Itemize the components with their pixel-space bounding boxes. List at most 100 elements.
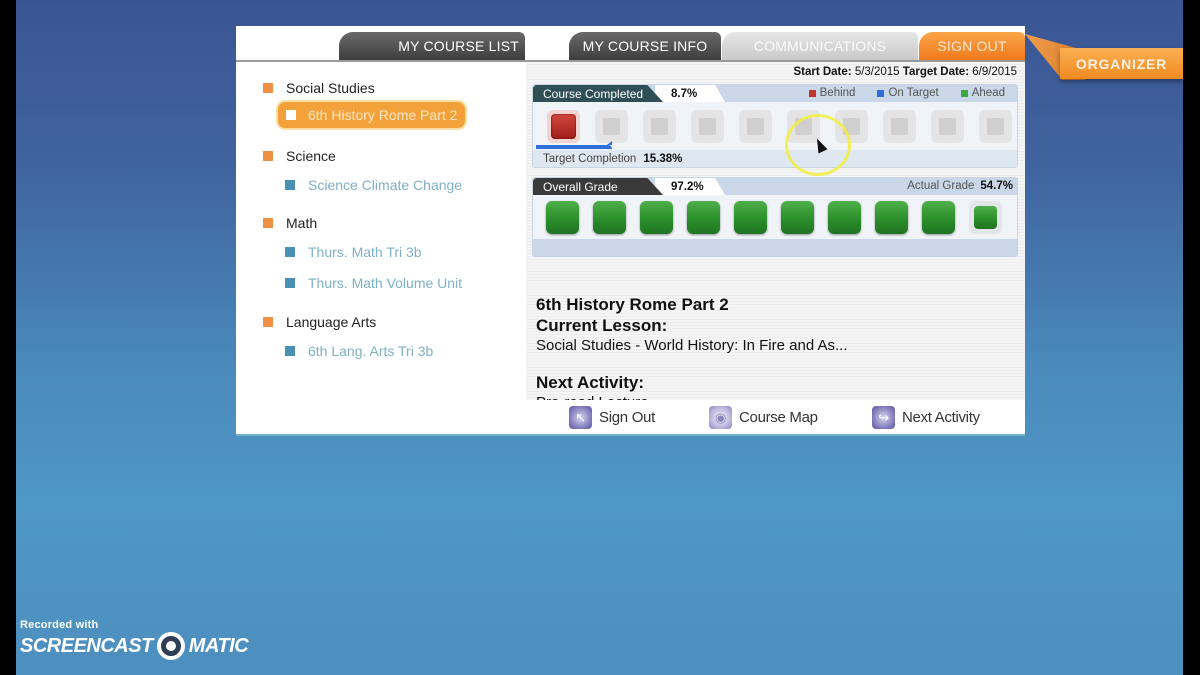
screencast-target-icon <box>156 632 185 660</box>
legend-behind: Behind <box>808 87 855 99</box>
window-bottom-border <box>236 434 1025 436</box>
grade-segment-4 <box>687 201 720 234</box>
watermark-right: MATIC <box>188 634 249 657</box>
actual-grade-value: 54.7% <box>980 180 1013 192</box>
grade-segments <box>546 201 1002 234</box>
behind-swatch-icon <box>808 89 816 97</box>
target-date-value: 6/9/2015 <box>972 66 1017 78</box>
grade-segment-2 <box>593 201 626 234</box>
category-label: Math <box>286 215 318 231</box>
next-activity-label: Next Activity: <box>536 373 645 392</box>
course-label: Thurs. Math Tri 3b <box>308 244 422 260</box>
start-date-value: 5/3/2015 <box>854 66 900 78</box>
tab-strip: MY COURSE LIST MY COURSE INFO COMMUNICAT… <box>236 26 1025 62</box>
category-bullet-icon <box>263 83 273 93</box>
sign-out-arrow-icon: ↖ <box>569 406 592 429</box>
category-bullet-icon <box>263 218 273 228</box>
target-completion-value: 15.38% <box>643 152 683 165</box>
category-bullet-icon <box>263 317 273 327</box>
course-bullet-icon <box>286 110 296 120</box>
tab-my-course-info[interactable]: MY COURSE INFO <box>569 32 721 60</box>
course-map-icon: ◉ <box>709 406 732 429</box>
overall-grade-panel: 97.2% Overall Grade Actual Grade 54.7% <box>532 177 1018 257</box>
category-math: Math <box>263 215 317 231</box>
course-item-thurs-math-volume-unit[interactable]: Thurs. Math Volume Unit <box>285 275 462 291</box>
course-completed-panel: 8.7% Course Completed Behind On Target A… <box>532 84 1018 168</box>
course-map-button[interactable]: ◉ Course Map <box>709 406 818 429</box>
grade-segment-1 <box>546 201 579 234</box>
actual-grade-label: Actual Grade <box>907 180 975 192</box>
completion-segment-9-empty <box>931 110 964 143</box>
completion-segment-2-empty <box>595 110 628 143</box>
course-info-panel: Start Date: 5/3/2015 Target Date: 6/9/20… <box>526 62 1025 411</box>
category-social-studies: Social Studies <box>263 80 375 96</box>
course-bullet-icon <box>285 180 295 190</box>
course-item-6th-history-rome-part-2[interactable]: 6th History Rome Part 2 <box>278 102 466 128</box>
category-label: Social Studies <box>286 80 375 96</box>
course-completed-label: Course Completed <box>533 85 663 102</box>
tab-my-course-list[interactable]: MY COURSE LIST <box>339 32 525 60</box>
course-label: Thurs. Math Volume Unit <box>308 275 463 291</box>
actual-grade: Actual Grade 54.7% <box>907 180 1013 192</box>
course-app-window: MY COURSE LIST MY COURSE INFO COMMUNICAT… <box>236 26 1025 436</box>
sign-out-button[interactable]: ↖ Sign Out <box>569 406 655 429</box>
grade-segment-7 <box>828 201 861 234</box>
action-bar: ↖ Sign Out ◉ Course Map ↪ Next Activity <box>526 400 1025 436</box>
tab-sign-out[interactable]: SIGN OUT <box>919 32 1025 60</box>
completion-segment-3-empty <box>643 110 676 143</box>
course-item-science-climate-change[interactable]: Science Climate Change <box>285 177 462 193</box>
course-label: Science Climate Change <box>308 177 463 193</box>
grade-segment-6 <box>781 201 814 234</box>
category-label: Science <box>286 148 336 164</box>
sign-out-label: Sign Out <box>599 409 655 426</box>
completion-segment-4-empty <box>691 110 724 143</box>
target-completion-label: Target Completion <box>543 152 637 165</box>
current-lesson-value: Social Studies - World History: In Fire … <box>536 337 848 354</box>
course-map-label: Course Map <box>739 409 818 426</box>
course-dates: Start Date: 5/3/2015 Target Date: 6/9/20… <box>793 66 1017 78</box>
legend-on-target: On Target <box>877 87 939 99</box>
category-label: Language Arts <box>286 314 377 330</box>
ahead-swatch-icon <box>960 89 968 97</box>
current-lesson-label: Current Lesson: <box>536 316 668 335</box>
next-activity-button[interactable]: ↪ Next Activity <box>872 406 980 429</box>
course-list: Social Studies 6th History Rome Part 2 S… <box>236 62 526 436</box>
grade-segment-8 <box>875 201 908 234</box>
course-title: 6th History Rome Part 2 <box>536 295 729 314</box>
tab-communications[interactable]: COMMUNICATIONS <box>722 32 918 60</box>
watermark-left: SCREENCAST <box>20 634 153 657</box>
watermark-caption: Recorded with <box>20 619 99 631</box>
completion-segment-5-empty <box>739 110 772 143</box>
next-activity-arrow-icon: ↪ <box>872 406 895 429</box>
course-completed-value: 8.7% <box>655 85 725 102</box>
course-item-thurs-math-tri-3b[interactable]: Thurs. Math Tri 3b <box>285 244 422 260</box>
on-target-swatch-icon <box>877 89 885 97</box>
screencast-watermark: Recorded with SCREENCAST MATIC <box>20 619 249 660</box>
completion-segment-8-empty <box>883 110 916 143</box>
course-bullet-icon <box>285 346 295 356</box>
grade-segment-5 <box>734 201 767 234</box>
category-science: Science <box>263 148 336 164</box>
organizer-button[interactable]: ORGANIZER <box>1060 48 1183 79</box>
overall-grade-value: 97.2% <box>655 178 725 195</box>
watermark-logo: SCREENCAST MATIC <box>20 632 249 660</box>
completion-segment-1-behind <box>547 110 580 143</box>
next-activity-label: Next Activity <box>902 409 980 426</box>
lesson-summary: 6th History Rome Part 2 Current Lesson: … <box>536 294 1006 413</box>
completion-segment-10-empty <box>979 110 1012 143</box>
progress-legend: Behind On Target Ahead <box>808 87 1005 99</box>
course-label: 6th History Rome Part 2 <box>308 107 458 123</box>
grade-panel-footer <box>533 239 1017 256</box>
course-label: 6th Lang. Arts Tri 3b <box>308 343 434 359</box>
grade-segment-3 <box>640 201 673 234</box>
category-language-arts: Language Arts <box>263 314 376 330</box>
target-date-label: Target Date: <box>902 66 970 78</box>
course-item-6th-lang-arts-tri-3b[interactable]: 6th Lang. Arts Tri 3b <box>285 343 433 359</box>
target-completion-row: Target Completion 15.38% <box>533 150 1017 167</box>
course-bullet-icon <box>285 247 295 257</box>
course-bullet-icon <box>285 278 295 288</box>
category-bullet-icon <box>263 151 273 161</box>
legend-ahead: Ahead <box>960 87 1005 99</box>
grade-segment-9 <box>922 201 955 234</box>
completion-segments <box>547 110 1012 143</box>
